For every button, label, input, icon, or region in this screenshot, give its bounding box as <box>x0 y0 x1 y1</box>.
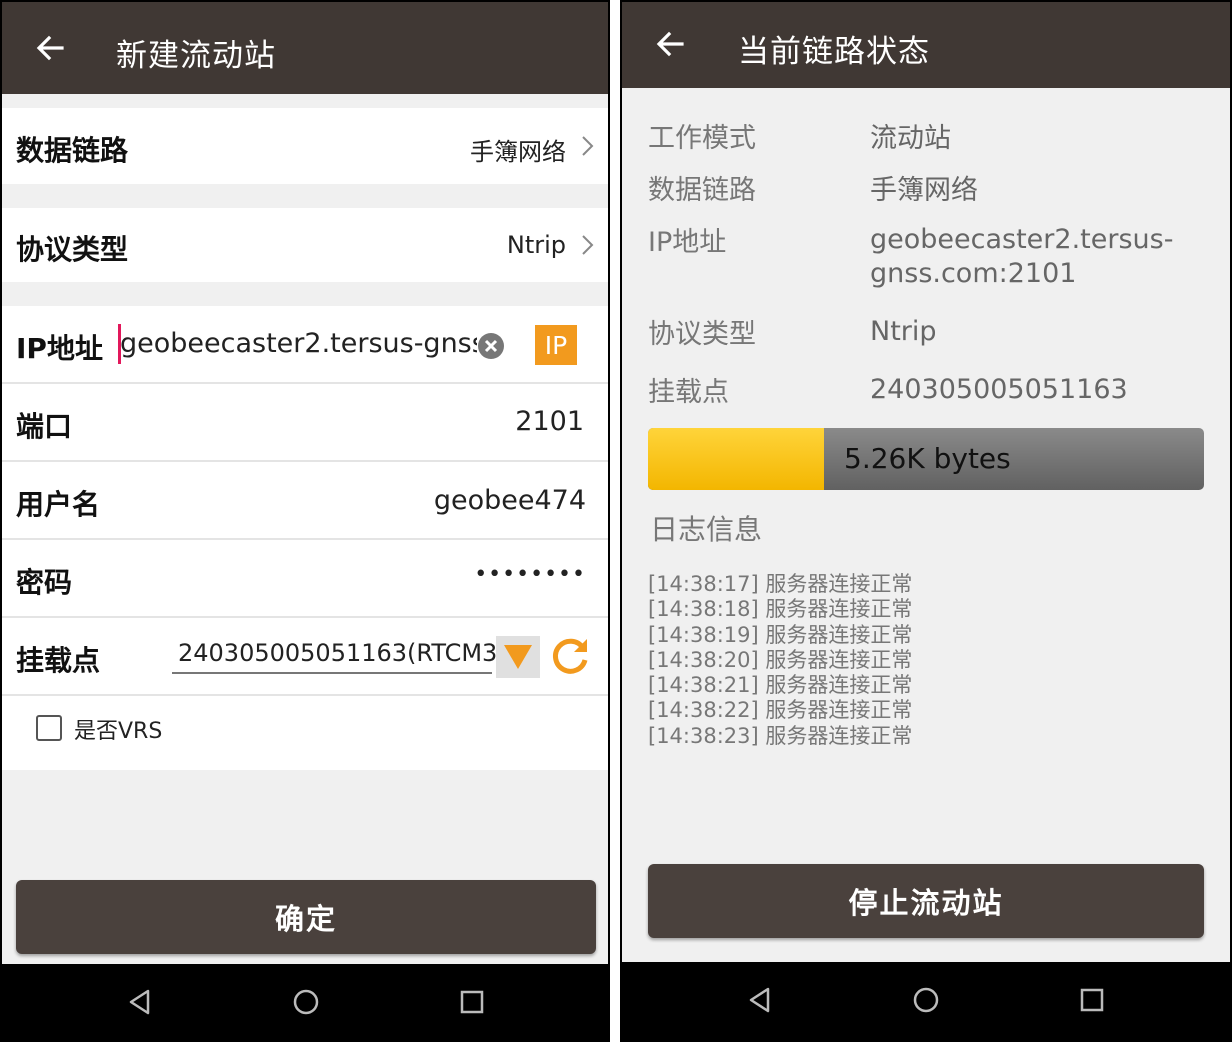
mountpoint-dropdown-button[interactable] <box>496 636 540 678</box>
data-progress-bar: 5.26K bytes <box>648 428 1204 490</box>
confirm-button[interactable]: 确定 <box>16 880 596 954</box>
log-title: 日志信息 <box>650 513 763 546</box>
nav-recents-icon[interactable] <box>456 986 488 1018</box>
app-bar: 当前链路状态 <box>622 2 1230 88</box>
log-line: [14:38:21] 服务器连接正常 <box>648 673 913 698</box>
username-input[interactable]: geobee474 <box>434 485 586 516</box>
protocol-label: 协议类型 <box>648 319 756 350</box>
vrs-row: 是否VRS <box>2 696 608 770</box>
log-line: [14:38:20] 服务器连接正常 <box>648 647 913 672</box>
back-arrow-icon[interactable] <box>30 28 70 68</box>
page-title: 当前链路状态 <box>738 34 930 70</box>
protocol-label: 协议类型 <box>16 233 129 266</box>
progress-fill <box>648 428 824 490</box>
app-bar: 新建流动站 <box>2 2 608 94</box>
work-mode-label: 工作模式 <box>648 123 756 154</box>
data-link-value: 手簿网络 <box>470 138 566 166</box>
ip-value-line1: geobeecaster2.tersus- <box>870 224 1174 255</box>
mountpoint-label: 挂载点 <box>16 644 101 677</box>
log-line: [14:38:19] 服务器连接正常 <box>648 622 913 647</box>
data-link-label: 数据链路 <box>648 175 756 206</box>
vrs-label: 是否VRS <box>74 719 163 744</box>
port-input[interactable]: 2101 <box>515 406 584 437</box>
port-row: 端口 2101 <box>2 384 608 460</box>
clear-icon[interactable] <box>476 331 506 361</box>
password-label: 密码 <box>16 566 73 599</box>
work-mode-value: 流动站 <box>870 123 951 154</box>
protocol-value: Ntrip <box>870 316 937 347</box>
nav-back-icon[interactable] <box>124 986 156 1018</box>
username-label: 用户名 <box>16 488 101 521</box>
ip-label: IP地址 <box>16 332 103 365</box>
system-nav-bar <box>622 962 1230 1040</box>
mountpoint-value: 240305005051163 <box>870 374 1128 405</box>
nav-recents-icon[interactable] <box>1076 984 1108 1016</box>
data-link-label: 数据链路 <box>16 134 129 167</box>
ip-label: IP地址 <box>648 227 727 258</box>
username-row: 用户名 geobee474 <box>2 462 608 538</box>
password-row: 密码 •••••••• <box>2 540 608 616</box>
page-title: 新建流动站 <box>116 38 276 74</box>
ip-input[interactable]: geobeecaster2.tersus-gnss.com:2101 <box>120 324 477 364</box>
chevron-right-icon <box>582 136 594 156</box>
log-line: [14:38:22] 服务器连接正常 <box>648 698 913 723</box>
protocol-row[interactable]: 协议类型 Ntrip <box>2 208 608 282</box>
protocol-value: Ntrip <box>506 231 566 259</box>
data-link-row[interactable]: 数据链路 手簿网络 <box>2 108 608 184</box>
mountpoint-input[interactable]: 240305005051163(RTCM3) <box>172 636 507 674</box>
new-rover-screen: 新建流动站 数据链路 手簿网络 协议类型 Ntrip IP地址 geobeeca… <box>0 0 610 1042</box>
system-nav-bar <box>2 964 608 1040</box>
ip-row: IP地址 geobeecaster2.tersus-gnss.com:2101 … <box>2 306 608 382</box>
nav-back-icon[interactable] <box>744 984 776 1016</box>
stop-rover-button[interactable]: 停止流动站 <box>648 864 1204 938</box>
data-link-value: 手簿网络 <box>870 175 978 206</box>
nav-home-icon[interactable] <box>290 986 322 1018</box>
log-list: [14:38:17] 服务器连接正常 [14:38:18] 服务器连接正常 [14:… <box>648 572 1048 749</box>
log-line: [14:38:23] 服务器连接正常 <box>648 723 913 748</box>
refresh-icon[interactable] <box>549 636 591 678</box>
password-input[interactable]: •••••••• <box>474 562 586 587</box>
link-status-screen: 当前链路状态 工作模式 流动站 数据链路 手簿网络 IP地址 geobeecas… <box>620 0 1232 1042</box>
back-arrow-icon[interactable] <box>650 24 690 64</box>
progress-text: 5.26K bytes <box>844 442 1011 475</box>
mountpoint-row: 挂载点 240305005051163(RTCM3) <box>2 618 608 694</box>
port-label: 端口 <box>16 410 73 443</box>
ip-button[interactable]: IP <box>535 325 577 365</box>
vrs-checkbox[interactable] <box>36 715 62 741</box>
mountpoint-label: 挂载点 <box>648 377 729 408</box>
nav-home-icon[interactable] <box>910 984 942 1016</box>
chevron-right-icon <box>582 235 594 255</box>
log-line: [14:38:17] 服务器连接正常 <box>648 572 913 596</box>
dropdown-triangle-icon <box>504 645 532 669</box>
log-line: [14:38:18] 服务器连接正常 <box>648 597 913 622</box>
ip-value-line2: gnss.com:2101 <box>870 258 1077 289</box>
text-cursor <box>118 324 121 364</box>
